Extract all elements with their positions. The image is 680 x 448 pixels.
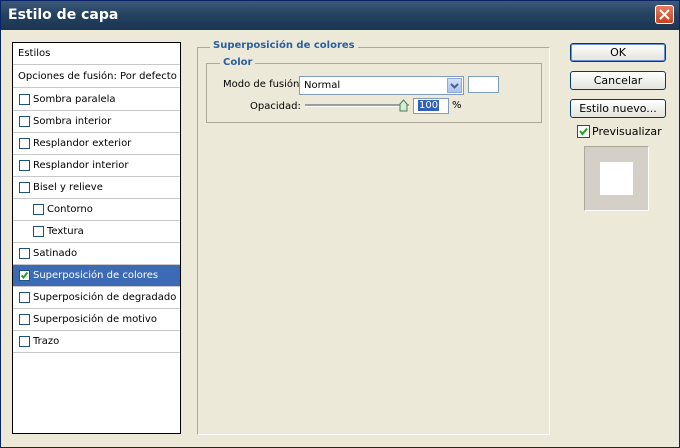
opacity-label: Opacidad: (250, 101, 301, 112)
style-item[interactable]: Superposición de motivo (13, 309, 180, 331)
style-item-label: Trazo (33, 336, 60, 347)
style-checkbox[interactable] (19, 248, 30, 259)
style-checkbox[interactable] (19, 314, 30, 325)
style-item[interactable]: Sombra interior (13, 111, 180, 133)
close-button[interactable] (655, 5, 674, 24)
style-checkbox[interactable] (19, 116, 30, 127)
styles-list: Estilos Opciones de fusión: Por defecto … (12, 42, 181, 434)
blend-mode-select[interactable]: Normal (299, 76, 464, 95)
style-checkbox[interactable] (19, 270, 30, 281)
color-overlay-title: Superposición de colores (210, 40, 358, 51)
style-checkbox[interactable] (33, 204, 44, 215)
opacity-value: 100 (418, 100, 440, 111)
checkmark-icon (579, 127, 588, 136)
preview-checkbox[interactable] (577, 125, 590, 138)
style-item-label: Bisel y relieve (33, 182, 103, 193)
style-item[interactable]: Textura (13, 221, 180, 243)
style-checkbox[interactable] (19, 138, 30, 149)
style-checkbox[interactable] (19, 336, 30, 347)
style-checkbox[interactable] (19, 94, 30, 105)
style-item-label: Sombra interior (33, 116, 112, 127)
percent-sign: % (452, 100, 462, 111)
style-checkbox[interactable] (33, 226, 44, 237)
opacity-slider-track[interactable] (305, 104, 409, 107)
ok-button[interactable]: OK (570, 43, 666, 62)
style-item[interactable]: Bisel y relieve (13, 177, 180, 199)
style-item-label: Sombra paralela (33, 94, 116, 105)
styles-header[interactable]: Estilos (13, 43, 180, 65)
preview-thumbnail (584, 146, 649, 211)
style-item[interactable]: Sombra paralela (13, 89, 180, 111)
style-item-label: Superposición de motivo (33, 314, 157, 325)
checkmark-icon (20, 271, 29, 279)
preview-swatch (600, 162, 633, 195)
style-item-label: Satinado (33, 248, 78, 259)
slider-thumb-icon[interactable] (399, 99, 408, 112)
close-icon (659, 9, 670, 20)
style-item-label: Textura (47, 226, 84, 237)
dialog-title: Estilo de capa (8, 7, 119, 23)
style-item[interactable]: Resplandor exterior (13, 133, 180, 155)
title-bar: Estilo de capa (1, 1, 679, 30)
style-checkbox[interactable] (19, 292, 30, 303)
style-checkbox[interactable] (19, 160, 30, 171)
styles-header-label: Estilos (18, 48, 51, 59)
opacity-input[interactable]: 100 (413, 98, 449, 114)
style-item[interactable]: Superposición de degradado (13, 287, 180, 309)
style-item-label: Resplandor interior (33, 160, 129, 171)
style-item[interactable]: Contorno (13, 199, 180, 221)
style-item[interactable]: Resplandor interior (13, 155, 180, 177)
style-checkbox[interactable] (19, 182, 30, 193)
style-item[interactable]: Trazo (13, 331, 180, 353)
color-group-title: Color (220, 57, 256, 68)
blending-options-item[interactable]: Opciones de fusión: Por defecto (13, 66, 180, 88)
style-item-label: Contorno (47, 204, 93, 215)
blend-mode-label: Modo de fusión: (223, 79, 303, 90)
style-item-label: Resplandor exterior (33, 138, 132, 149)
cancel-button[interactable]: Cancelar (570, 71, 666, 90)
dropdown-button[interactable] (447, 78, 462, 93)
blend-mode-value: Normal (304, 80, 341, 91)
style-item[interactable]: Superposición de colores (13, 265, 180, 287)
color-swatch[interactable] (468, 76, 499, 93)
blending-options-label: Opciones de fusión: Por defecto (18, 71, 177, 82)
style-item[interactable]: Satinado (13, 243, 180, 265)
preview-label: Previsualizar (592, 125, 662, 138)
style-item-label: Superposición de degradado (33, 292, 177, 303)
chevron-down-icon (450, 83, 459, 89)
style-item-label: Superposición de colores (33, 270, 159, 281)
new-style-button[interactable]: Estilo nuevo... (570, 99, 666, 118)
